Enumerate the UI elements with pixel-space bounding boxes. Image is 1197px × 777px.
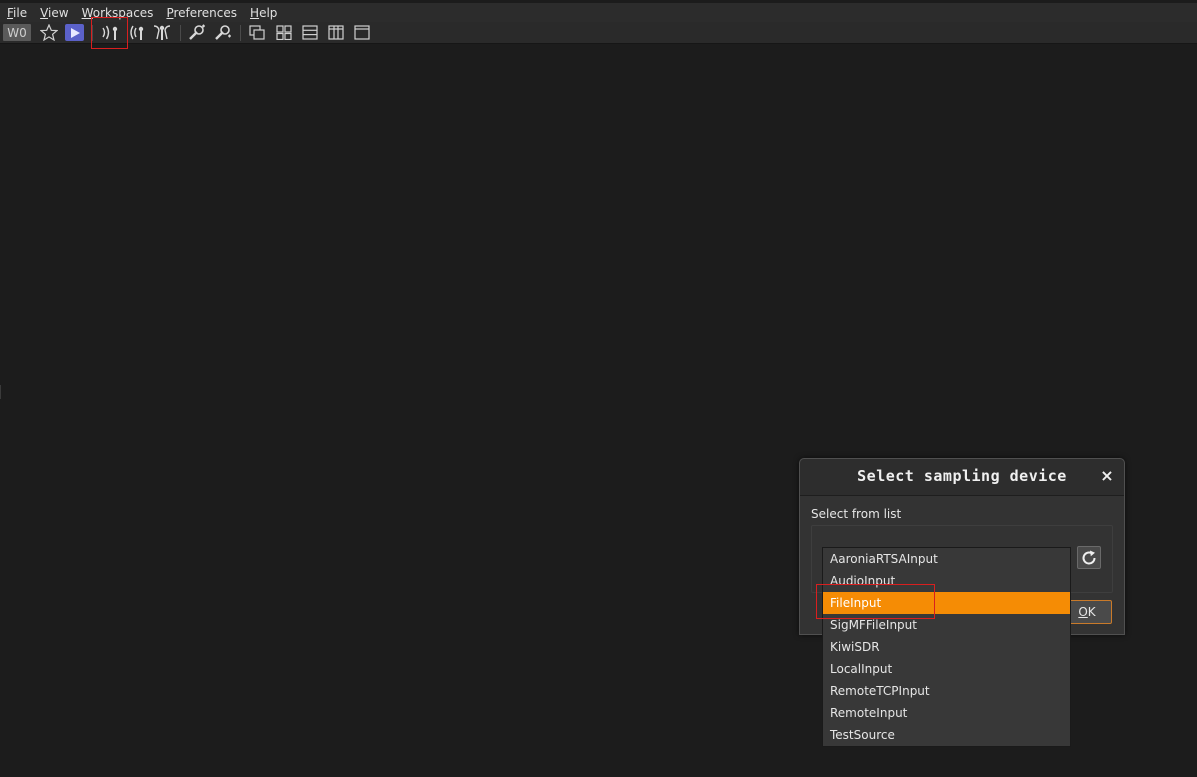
workspace-edge-marker bbox=[0, 385, 1, 399]
dialog-title: Select sampling device bbox=[857, 467, 1067, 485]
list-item[interactable]: LocalInput bbox=[823, 658, 1070, 680]
workspace-label: W0 bbox=[3, 24, 31, 41]
menu-view[interactable]: View bbox=[34, 6, 74, 20]
single-window-icon[interactable] bbox=[353, 24, 371, 41]
cascade-windows-icon[interactable] bbox=[248, 24, 266, 41]
add-rx-device-icon[interactable] bbox=[100, 24, 120, 41]
add-feature-wrench-icon[interactable] bbox=[213, 24, 233, 41]
tile-grid-icon[interactable] bbox=[275, 24, 293, 41]
stack-rows-icon[interactable] bbox=[301, 24, 319, 41]
menu-preferences[interactable]: Preferences bbox=[160, 6, 243, 20]
list-item[interactable]: AudioInput bbox=[823, 570, 1070, 592]
menu-help[interactable]: Help bbox=[244, 6, 283, 20]
list-item[interactable]: RemoteTCPInput bbox=[823, 680, 1070, 702]
workspace-toolbar: W0 bbox=[0, 22, 1197, 44]
list-item[interactable]: KiwiSDR bbox=[823, 636, 1070, 658]
refresh-icon bbox=[1082, 550, 1096, 564]
list-item[interactable]: RemoteInput bbox=[823, 702, 1070, 724]
list-item[interactable]: TestSource bbox=[823, 724, 1070, 746]
star-icon[interactable] bbox=[39, 24, 59, 41]
add-channel-wrench-icon[interactable] bbox=[187, 24, 207, 41]
menu-workspaces[interactable]: Workspaces bbox=[76, 6, 160, 20]
list-item[interactable]: AaroniaRTSAInput bbox=[823, 548, 1070, 570]
dialog-titlebar[interactable]: Select sampling device × bbox=[800, 459, 1124, 496]
close-icon[interactable]: × bbox=[1100, 468, 1114, 484]
list-item-selected[interactable]: FileInput bbox=[823, 592, 1070, 614]
device-dropdown-list: AaroniaRTSAInput AudioInput FileInput Si… bbox=[822, 547, 1071, 747]
add-mimo-device-icon[interactable] bbox=[152, 24, 172, 41]
menu-file[interactable]: File bbox=[1, 6, 33, 20]
list-item[interactable]: SigMFFileInput bbox=[823, 614, 1070, 636]
spectrum-columns-icon[interactable] bbox=[327, 24, 345, 41]
add-tx-device-icon[interactable] bbox=[127, 24, 147, 41]
play-icon[interactable] bbox=[65, 24, 84, 41]
refresh-button[interactable] bbox=[1077, 546, 1101, 569]
menu-bar: File View Workspaces Preferences Help bbox=[0, 3, 1197, 22]
select-from-list-label: Select from list bbox=[811, 507, 902, 521]
